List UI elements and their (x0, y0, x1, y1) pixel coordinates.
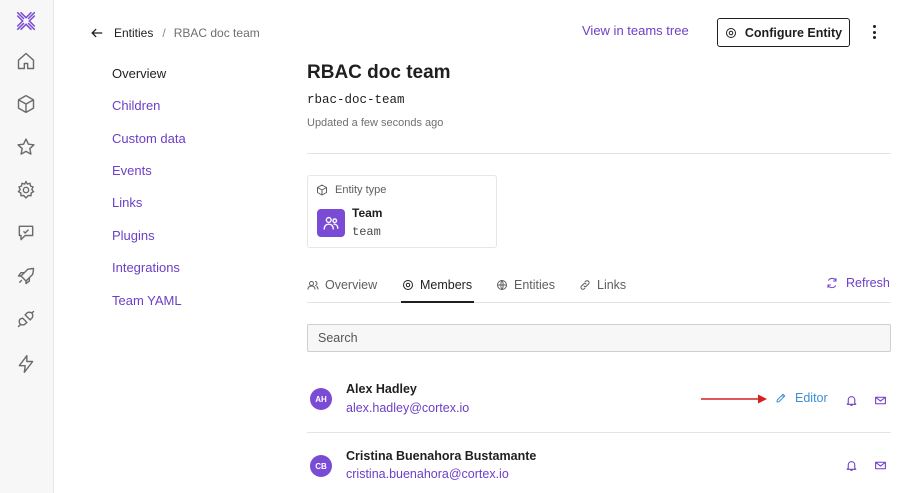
entity-type-label-row: Entity type (316, 184, 386, 196)
cortex-logo-icon[interactable] (13, 8, 39, 34)
mail-icon[interactable] (871, 391, 889, 409)
sidenav-item-custom-data[interactable]: Custom data (112, 131, 186, 146)
sidenav-item-events[interactable]: Events (112, 163, 152, 178)
sidenav-item-links[interactable]: Links (112, 195, 142, 210)
link-icon (580, 280, 590, 290)
users-icon (307, 281, 319, 290)
scorecard-icon[interactable] (13, 220, 39, 246)
plug-icon[interactable] (13, 306, 39, 332)
pencil-icon (776, 393, 786, 403)
gear-icon (403, 280, 413, 290)
home-icon[interactable] (13, 48, 39, 74)
sidenav-item-overview[interactable]: Overview (112, 66, 166, 81)
member-email[interactable]: alex.hadley@cortex.io (346, 401, 469, 415)
avatar: CB (310, 455, 332, 477)
breadcrumb-current: RBAC doc team (173, 26, 260, 40)
left-rail (0, 0, 54, 493)
star-icon[interactable] (13, 134, 39, 160)
sidenav-item-integrations[interactable]: Integrations (112, 260, 180, 275)
configure-entity-button[interactable]: Configure Entity (717, 18, 850, 47)
refresh-label: Refresh (846, 276, 890, 290)
globe-icon (497, 280, 507, 291)
lightning-icon[interactable] (13, 351, 39, 377)
refresh-icon (827, 277, 837, 289)
view-in-teams-tree-link[interactable]: View in teams tree (582, 23, 689, 38)
breadcrumb-separator: / (162, 26, 166, 40)
sidenav-item-team-yaml[interactable]: Team YAML (112, 293, 182, 308)
entity-type-tag: team (352, 225, 381, 239)
team-icon (317, 209, 345, 237)
sidenav-item-children[interactable]: Children (112, 98, 160, 113)
back-arrow-icon[interactable] (90, 26, 104, 40)
cube-icon (317, 184, 327, 196)
tab-overview-label: Overview (325, 278, 378, 292)
member-divider (307, 432, 891, 433)
configure-entity-label: Configure Entity (744, 25, 843, 40)
bell-icon[interactable] (842, 391, 860, 409)
entity-tag: rbac-doc-team (307, 93, 405, 107)
bell-icon[interactable] (842, 456, 860, 474)
settings-gear-icon[interactable] (13, 177, 39, 203)
breadcrumb: Entities / RBAC doc team (90, 25, 260, 41)
mail-icon[interactable] (871, 456, 889, 474)
entity-type-label: Entity type (335, 184, 387, 196)
member-name: Cristina Buenahora Bustamante (346, 449, 537, 463)
active-tab-indicator (401, 301, 474, 303)
entity-tabs: Overview Members Entities Links Refresh (307, 270, 891, 303)
avatar: AH (310, 388, 332, 410)
tab-entities-label: Entities (514, 278, 555, 292)
breadcrumb-entities[interactable]: Entities (114, 26, 153, 40)
tab-links-label: Links (597, 278, 627, 292)
sidenav-item-plugins[interactable]: Plugins (112, 228, 155, 243)
annotation-arrow-icon (701, 394, 767, 404)
updated-timestamp: Updated a few seconds ago (307, 117, 444, 129)
member-email[interactable]: cristina.buenahora@cortex.io (346, 467, 509, 481)
entity-type-card: Entity type Team team (307, 175, 497, 248)
refresh-button[interactable]: Refresh (826, 276, 890, 290)
entity-type-name: Team (352, 206, 383, 220)
page-title: RBAC doc team (307, 62, 451, 83)
tab-entities[interactable]: Entities (496, 278, 555, 292)
role-editor-button[interactable]: Editor (775, 391, 828, 405)
gear-icon (725, 27, 736, 38)
member-search-input[interactable] (307, 324, 891, 352)
member-name: Alex Hadley (346, 382, 417, 396)
cube-icon[interactable] (13, 91, 39, 117)
header-divider (307, 153, 891, 154)
rocket-icon[interactable] (13, 263, 39, 289)
tab-links[interactable]: Links (579, 278, 626, 292)
tab-members[interactable]: Members (402, 278, 472, 292)
role-label: Editor (795, 391, 828, 405)
more-options-icon[interactable] (866, 22, 882, 42)
tab-overview[interactable]: Overview (307, 278, 377, 292)
tab-members-label: Members (420, 278, 473, 292)
